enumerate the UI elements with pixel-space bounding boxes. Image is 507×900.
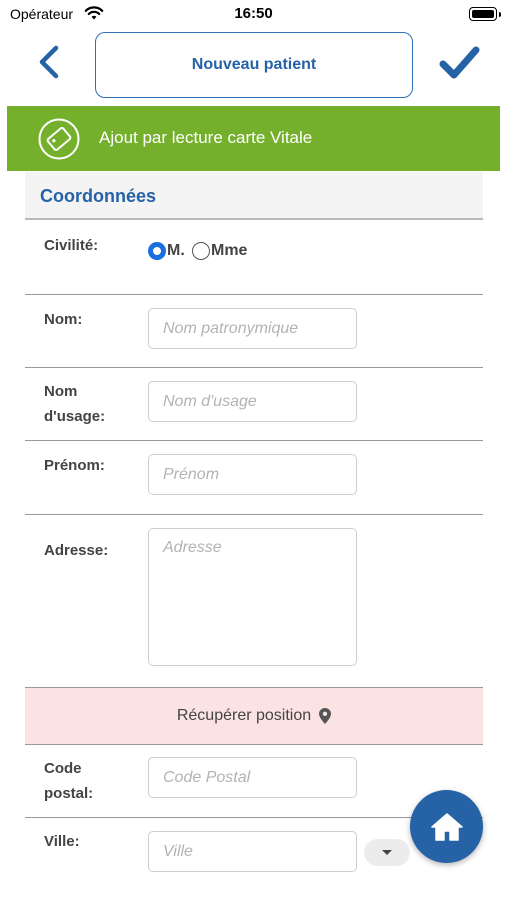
caret-down-icon bbox=[382, 850, 392, 855]
code-postal-input[interactable] bbox=[148, 757, 357, 798]
adresse-label: Adresse: bbox=[44, 542, 109, 559]
ville-label: Ville: bbox=[44, 833, 80, 850]
nom-usage-input[interactable] bbox=[148, 381, 357, 422]
card-icon bbox=[38, 118, 80, 160]
prenom-input[interactable] bbox=[148, 454, 357, 495]
divider bbox=[25, 367, 483, 368]
code-postal-label-line1: Code bbox=[44, 760, 82, 777]
checkmark-icon bbox=[439, 46, 480, 79]
divider bbox=[25, 744, 483, 745]
page-title: Nouveau patient bbox=[95, 32, 413, 98]
radio-mme-indicator bbox=[192, 242, 210, 260]
home-button[interactable] bbox=[410, 790, 483, 863]
divider bbox=[25, 440, 483, 441]
code-postal-label-line2: postal: bbox=[44, 785, 94, 802]
nom-usage-label-line1: Nom bbox=[44, 383, 78, 400]
back-button[interactable] bbox=[32, 42, 68, 82]
confirm-button[interactable] bbox=[438, 44, 480, 82]
chevron-left-icon bbox=[39, 45, 59, 79]
battery-icon bbox=[469, 7, 501, 21]
get-position-button[interactable]: Récupérer position bbox=[25, 687, 483, 744]
vitale-card-label: Ajout par lecture carte Vitale bbox=[99, 128, 313, 147]
civilite-label: Civilité: bbox=[44, 237, 99, 254]
radio-m-indicator bbox=[148, 242, 166, 260]
nom-usage-label-line2: d'usage: bbox=[44, 408, 106, 425]
ville-input[interactable] bbox=[148, 831, 357, 872]
radio-mme[interactable]: Mme bbox=[192, 242, 247, 260]
section-title: Coordonnées bbox=[40, 186, 157, 206]
radio-mme-label: Mme bbox=[211, 242, 248, 259]
clock: 16:50 bbox=[234, 5, 273, 22]
prenom-label: Prénom: bbox=[44, 457, 105, 474]
adresse-textarea[interactable] bbox=[148, 528, 357, 666]
divider bbox=[25, 294, 483, 295]
nom-input[interactable] bbox=[148, 308, 357, 349]
home-icon bbox=[430, 812, 463, 841]
status-bar: Opérateur 16:50 bbox=[0, 0, 507, 30]
vitale-card-button[interactable]: Ajout par lecture carte Vitale bbox=[7, 106, 500, 171]
get-position-label: Récupérer position bbox=[176, 707, 312, 724]
section-header: Coordonnées bbox=[25, 172, 483, 220]
divider bbox=[25, 514, 483, 515]
ville-dropdown-button[interactable] bbox=[364, 839, 410, 866]
map-pin-icon bbox=[319, 708, 332, 724]
nom-label: Nom: bbox=[44, 311, 83, 328]
radio-m[interactable]: M. bbox=[148, 242, 185, 260]
radio-m-label: M. bbox=[167, 242, 185, 259]
